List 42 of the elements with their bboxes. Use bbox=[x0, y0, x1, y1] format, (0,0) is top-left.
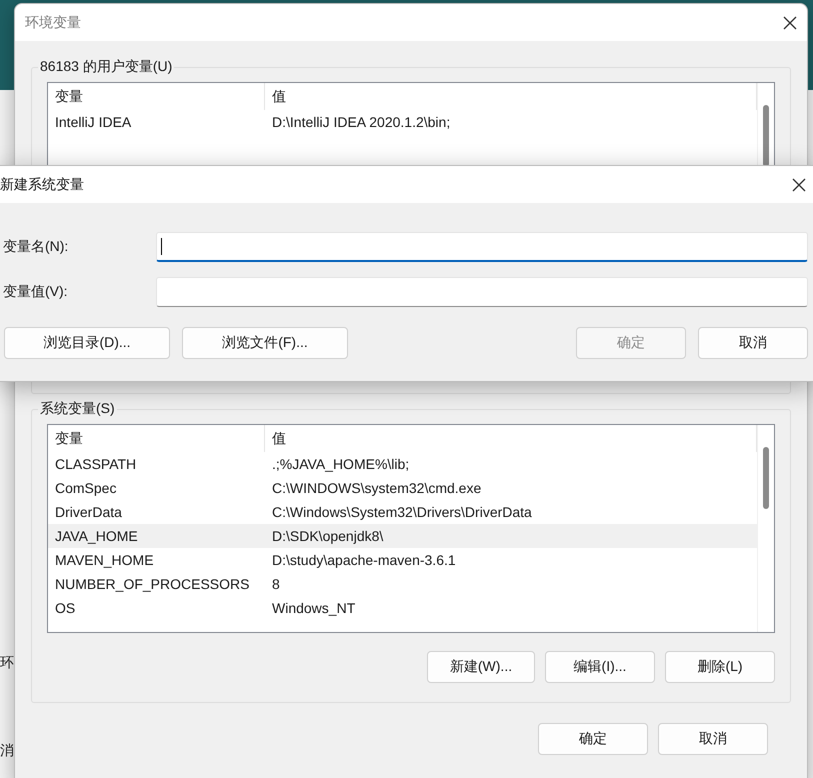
list-row[interactable]: ComSpec C:\WINDOWS\system32\cmd.exe bbox=[48, 476, 757, 500]
action-button[interactable]: 编辑(I)... bbox=[545, 651, 655, 683]
variable-name: NUMBER_OF_PROCESSORS bbox=[54, 576, 250, 592]
dialog-button[interactable]: 取消 bbox=[698, 327, 808, 359]
list-row[interactable]: JAVA_HOME D:\SDK\openjdk8\ bbox=[48, 524, 757, 548]
action-button[interactable]: 新建(W)... bbox=[427, 651, 535, 683]
list-row[interactable]: NUMBER_OF_PROCESSORS 8 bbox=[48, 572, 757, 596]
field-label: 变量名(N): bbox=[3, 238, 70, 256]
group-title: 系统变量(S) bbox=[38, 400, 117, 418]
variable-value: Windows_NT bbox=[271, 600, 356, 616]
variable-name: JAVA_HOME bbox=[54, 528, 139, 544]
dialog-button[interactable]: 取消 bbox=[658, 723, 768, 755]
variable-name: OS bbox=[54, 600, 76, 616]
action-button[interactable]: 删除(L) bbox=[665, 651, 775, 683]
dialog-button[interactable]: 确定 bbox=[538, 723, 648, 755]
variable-name: DriverData bbox=[54, 504, 123, 520]
variable-value: C:\Windows\System32\Drivers\DriverData bbox=[271, 504, 533, 520]
field-label: 变量值(V): bbox=[3, 283, 69, 301]
window-title: 环境变量 bbox=[25, 14, 81, 32]
variable-name: IntelliJ IDEA bbox=[54, 114, 132, 130]
variable-name: CLASSPATH bbox=[54, 456, 138, 472]
browse-button[interactable]: 浏览目录(D)... bbox=[4, 327, 170, 359]
group-title: 86183 的用户变量(U) bbox=[38, 58, 174, 76]
background-window-text: 消 bbox=[0, 742, 14, 760]
variable-name: ComSpec bbox=[54, 480, 118, 496]
background-window-text: 环 bbox=[0, 654, 14, 672]
variable-value: D:\study\apache-maven-3.6.1 bbox=[271, 552, 457, 568]
variable-value: C:\WINDOWS\system32\cmd.exe bbox=[271, 480, 482, 496]
variable-value: .;%JAVA_HOME%\lib; bbox=[271, 456, 410, 472]
variable-value: D:\IntelliJ IDEA 2020.1.2\bin; bbox=[271, 114, 452, 130]
list-row[interactable]: IntelliJ IDEA D:\IntelliJ IDEA 2020.1.2\bin; bbox=[48, 110, 757, 134]
list-row[interactable]: CLASSPATH .;%JAVA_HOME%\lib; bbox=[48, 452, 757, 476]
dialog-title: 新建系统变量 bbox=[0, 176, 84, 194]
column-header[interactable]: 变量 bbox=[48, 83, 265, 110]
list-row[interactable]: OS Windows_NT bbox=[48, 596, 757, 620]
column-header[interactable]: 变量 bbox=[48, 425, 265, 452]
list-row[interactable]: MAVEN_HOME D:\study\apache-maven-3.6.1 bbox=[48, 548, 757, 572]
browse-button[interactable]: 浏览文件(F)... bbox=[182, 327, 348, 359]
list-row[interactable]: DriverData C:\Windows\System32\Drivers\DriverData bbox=[48, 500, 757, 524]
variable-value: D:\SDK\openjdk8\ bbox=[271, 528, 384, 544]
variable-name: MAVEN_HOME bbox=[54, 552, 155, 568]
variable-value: 8 bbox=[271, 576, 281, 592]
